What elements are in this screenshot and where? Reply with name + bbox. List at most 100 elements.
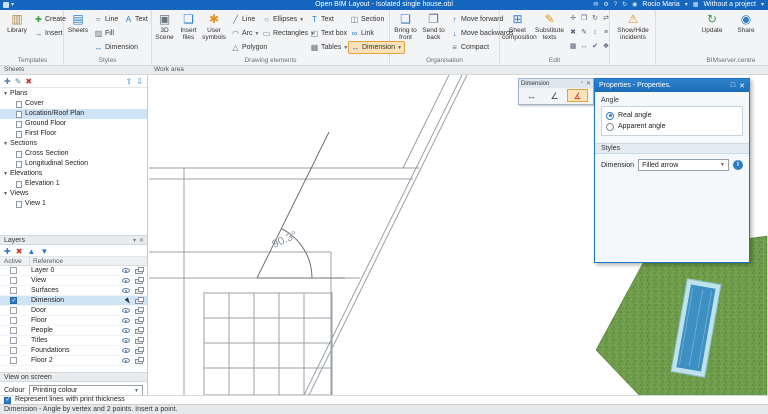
radio-selected-icon[interactable] xyxy=(606,111,614,120)
layer-row[interactable]: Layer 0 xyxy=(0,266,147,276)
mail-icon[interactable]: ✉ xyxy=(593,0,598,10)
layer-active-checkbox[interactable] xyxy=(10,357,17,364)
text-style-button[interactable]: A Text xyxy=(122,13,150,26)
printer-icon[interactable] xyxy=(135,297,144,304)
link-tool-button[interactable]: ∞ Link xyxy=(348,27,376,40)
visibility-eye-icon[interactable] xyxy=(122,288,130,293)
layer-active-checkbox[interactable] xyxy=(10,277,17,284)
send-to-back-button[interactable]: ❐ Send to back xyxy=(420,12,447,41)
mini-toolbar-titlebar[interactable]: Dimension ▫ ✕ xyxy=(519,79,593,88)
info-icon[interactable]: i xyxy=(733,160,743,170)
text-tool-button[interactable]: T Text xyxy=(308,13,336,26)
visibility-eye-icon[interactable] xyxy=(122,268,130,273)
visibility-eye-icon[interactable] xyxy=(122,358,130,363)
create-button[interactable]: ✚ Create xyxy=(32,13,68,26)
arc-tool-button[interactable]: ◠ Arc ▼ xyxy=(229,27,261,40)
delete-tool-icon[interactable]: ✖ xyxy=(568,27,578,39)
layer-row[interactable]: Floor xyxy=(0,316,147,326)
layer-row[interactable]: View xyxy=(0,276,147,286)
refresh-icon[interactable]: ↻ xyxy=(622,0,627,10)
text-box-tool-button[interactable]: ◰ Text box xyxy=(308,27,349,40)
library-button[interactable]: ▥ Library xyxy=(4,12,30,34)
dimension-style-button[interactable]: ↔ Dimension xyxy=(92,41,140,54)
dimension-style-select[interactable]: Filled arrow ▼ xyxy=(638,159,729,171)
help-icon[interactable]: ? xyxy=(614,0,617,10)
visibility-eye-icon[interactable] xyxy=(122,348,130,353)
layer-active-checkbox[interactable] xyxy=(10,347,17,354)
scale-tool-icon[interactable]: ↕ xyxy=(590,27,600,39)
tree-group-plans[interactable]: ▼ Plans xyxy=(0,89,147,99)
tree-item-view-1[interactable]: View 1 xyxy=(0,199,147,209)
share-button[interactable]: ◉ Share xyxy=(730,12,762,34)
layer-active-checkbox[interactable] xyxy=(10,267,17,274)
move-tool-icon[interactable]: ✛ xyxy=(568,13,578,25)
layer-row[interactable]: Surfaces xyxy=(0,286,147,296)
chevron-down-icon[interactable]: ▾ xyxy=(133,237,136,246)
settings-gear-icon[interactable]: ⚙ xyxy=(603,0,608,10)
radio-icon[interactable] xyxy=(606,122,614,131)
tree-group-views[interactable]: ▼ Views xyxy=(0,189,147,199)
layer-row[interactable]: Door xyxy=(0,306,147,316)
printer-icon[interactable] xyxy=(135,307,144,314)
angle-vertex-dimension-tool-icon[interactable]: ∡ xyxy=(567,89,588,102)
visibility-eye-icon[interactable] xyxy=(122,308,130,313)
printer-icon[interactable] xyxy=(135,327,144,334)
add-sheet-icon[interactable]: ✚ xyxy=(4,77,11,86)
apparent-angle-option[interactable]: Apparent angle xyxy=(606,121,738,132)
tree-item-longitudinal-section[interactable]: Longitudinal Section xyxy=(0,159,147,169)
linear-dimension-tool-icon[interactable]: ↔ xyxy=(521,89,542,102)
show-hide-incidents-button[interactable]: ⚠ Show/Hide incidents xyxy=(614,12,652,41)
rotate-tool-icon[interactable]: ↻ xyxy=(590,13,600,25)
angle-dimension-tool-icon[interactable]: ∠ xyxy=(544,89,565,102)
layer-active-checkbox[interactable] xyxy=(10,337,17,344)
measure-tool-icon[interactable]: ↔ xyxy=(579,41,589,53)
printer-icon[interactable] xyxy=(135,277,144,284)
tree-item-location-roof-plan[interactable]: Location/Roof Plan xyxy=(0,109,147,119)
move-forward-button[interactable]: ↑ Move forward xyxy=(448,13,505,26)
layer-active-checkbox[interactable] xyxy=(10,317,17,324)
edit-tool-icon[interactable]: ✎ xyxy=(579,27,589,39)
printer-icon[interactable] xyxy=(135,317,144,324)
tree-group-sections[interactable]: ▼ Sections xyxy=(0,139,147,149)
user-name[interactable]: Rocio Maria xyxy=(642,0,679,10)
move-up-icon[interactable]: ⇧ xyxy=(126,77,133,86)
substitute-texts-button[interactable]: ✎ Substitute texts xyxy=(534,12,565,41)
layer-active-checkbox[interactable] xyxy=(10,307,17,314)
group-tool-icon[interactable]: ▦ xyxy=(568,41,578,53)
visibility-eye-icon[interactable] xyxy=(122,278,130,283)
layer-active-checkbox[interactable] xyxy=(10,297,17,304)
print-thickness-checkbox[interactable] xyxy=(4,396,11,404)
close-icon[interactable]: ✕ xyxy=(139,237,144,246)
line-style-button[interactable]: ≈ Line xyxy=(92,13,120,26)
delete-sheet-icon[interactable]: ✖ xyxy=(25,77,32,86)
tree-item-elevation-1[interactable]: Elevation 1 xyxy=(0,179,147,189)
match-tool-icon[interactable]: ✔ xyxy=(590,41,600,53)
layer-row[interactable]: Foundations xyxy=(0,346,147,356)
layer-row[interactable]: Floor 2 xyxy=(0,356,147,366)
layer-active-checkbox[interactable] xyxy=(10,327,17,334)
dimension-mini-toolbar[interactable]: Dimension ▫ ✕ ↔ ∠ ∡ xyxy=(518,78,594,105)
save-icon[interactable]: ▾ xyxy=(11,0,14,10)
tree-item-first-floor[interactable]: First Floor xyxy=(0,129,147,139)
printer-icon[interactable] xyxy=(135,347,144,354)
project-name[interactable]: Without a project xyxy=(703,0,756,10)
printer-icon[interactable] xyxy=(135,337,144,344)
real-angle-option[interactable]: Real angle xyxy=(606,110,738,121)
layer-row-selected[interactable]: Dimension xyxy=(0,296,147,306)
insert-button[interactable]: → Insert xyxy=(32,27,65,40)
insert-files-button[interactable]: ❏ Insert files xyxy=(177,12,200,41)
layer-active-checkbox[interactable] xyxy=(10,287,17,294)
add-layer-icon[interactable]: ✚ xyxy=(4,247,11,256)
tree-item-ground-floor[interactable]: Ground Floor xyxy=(0,119,147,129)
sheets-style-button[interactable]: ▤ Sheets xyxy=(66,12,90,34)
update-button[interactable]: ↻ Update xyxy=(696,12,728,34)
printer-icon[interactable] xyxy=(135,357,144,364)
fill-style-button[interactable]: ▨ Fill xyxy=(92,27,116,40)
polygon-tool-button[interactable]: △ Polygon xyxy=(229,41,269,54)
layer-row[interactable]: People xyxy=(0,326,147,336)
user-symbols-button[interactable]: ✱ User symbols xyxy=(201,12,227,41)
colour-select[interactable]: Printing colour ▼ xyxy=(28,385,143,395)
bring-to-front-button[interactable]: ❏ Bring to front xyxy=(392,12,419,41)
layer-up-icon[interactable]: ▲ xyxy=(27,247,35,256)
tree-item-cover[interactable]: Cover xyxy=(0,99,147,109)
